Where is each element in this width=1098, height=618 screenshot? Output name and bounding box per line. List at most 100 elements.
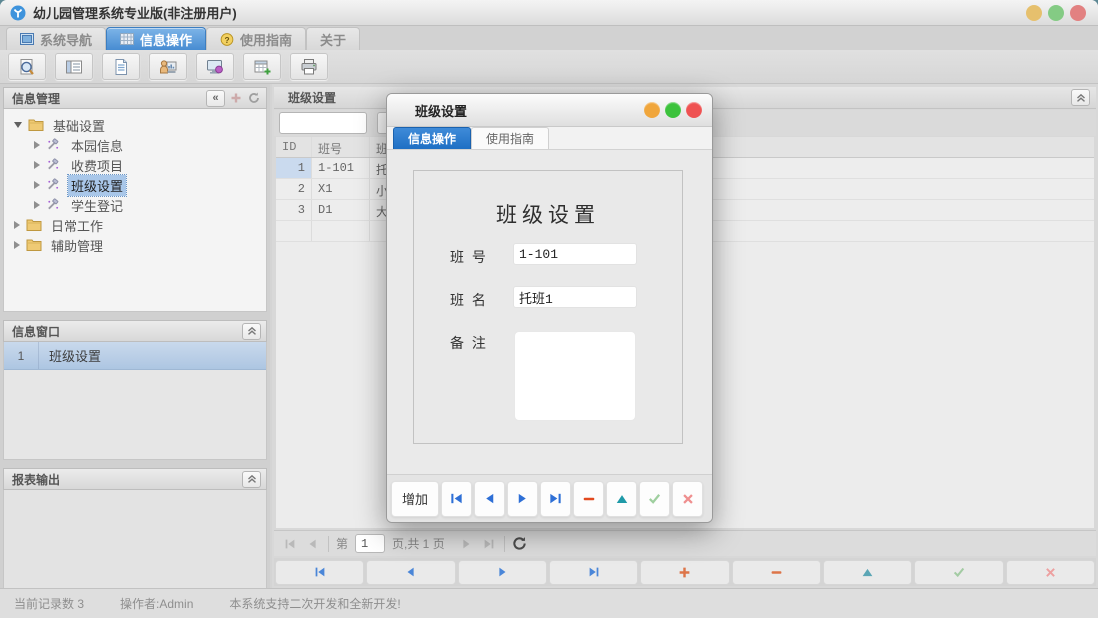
refresh-icon <box>247 91 261 105</box>
main-tab-bar: 系统导航 信息操作 ? 使用指南 关于 <box>0 26 1098 53</box>
remark-label: 备 注 <box>450 335 488 351</box>
collapse-up-button[interactable] <box>1071 89 1090 106</box>
dialog-confirm-button[interactable] <box>639 480 670 517</box>
sidebar-item-daily-work[interactable]: 日常工作 <box>4 215 266 235</box>
add-record-button[interactable] <box>640 559 730 585</box>
expand-arrow-icon[interactable] <box>34 181 40 189</box>
operator-text: 操作者:Admin <box>120 597 194 611</box>
pagination-bar: 第 页,共 1 页 <box>274 530 1096 556</box>
tab-system-navigation[interactable]: 系统导航 <box>6 27 107 50</box>
refresh-button[interactable] <box>512 536 528 552</box>
cell-class-code: X1 <box>312 179 370 199</box>
tab-label: 系统导航 <box>40 32 93 48</box>
tab-label: 使用指南 <box>240 32 293 48</box>
delete-record-button[interactable] <box>731 559 821 585</box>
sidebar-item-auxiliary-management[interactable]: 辅助管理 <box>4 235 266 255</box>
dialog-next-record-button[interactable] <box>507 480 538 517</box>
tab-info-operations[interactable]: 信息操作 <box>106 27 207 53</box>
last-page-icon[interactable] <box>481 536 497 552</box>
dialog-minimize-button[interactable] <box>644 102 660 118</box>
expand-arrow-icon[interactable] <box>34 141 40 149</box>
table-add-button[interactable] <box>243 53 281 80</box>
confirm-button[interactable] <box>914 559 1004 585</box>
sidebar-item-class-settings[interactable]: 班级设置 <box>4 173 266 197</box>
list-item-index: 1 <box>17 348 25 363</box>
cell-id: 3 <box>276 200 312 220</box>
dialog-tab-info-operations[interactable]: 信息操作 <box>393 127 472 149</box>
sidebar-item-basic-settings[interactable]: 基础设置 <box>4 115 266 135</box>
column-header-id[interactable]: ID <box>276 137 312 157</box>
tree-item-label: 学生登记 <box>71 198 124 214</box>
info-management-tree: 基础设置 本园信息 收费项目 班级设置 学生登记 日常工作 辅助管理 <box>3 109 267 312</box>
tab-user-guide[interactable]: ? 使用指南 <box>206 27 307 50</box>
prev-record-button[interactable] <box>366 559 456 585</box>
monitor-display-button[interactable] <box>196 53 234 80</box>
title-bar: 幼儿园管理系统专业版(非注册用户) <box>0 0 1098 26</box>
preview-search-button[interactable] <box>8 53 46 80</box>
tree-item-label: 辅助管理 <box>51 238 104 254</box>
dialog-tab-user-guide[interactable]: 使用指南 <box>471 127 550 149</box>
class-code-input[interactable] <box>513 243 637 265</box>
collapse-up-button[interactable] <box>242 470 261 488</box>
status-bar: 当前记录数 3 操作者:Admin 本系统支持二次开发和全新开发! <box>0 588 1098 618</box>
dialog-cancel-button[interactable] <box>672 480 703 517</box>
sidebar-item-student-register[interactable]: 学生登记 <box>4 195 266 215</box>
monitor-display-icon <box>206 58 224 76</box>
user-report-button[interactable] <box>149 53 187 80</box>
tab-about[interactable]: 关于 <box>306 27 361 50</box>
next-record-button[interactable] <box>457 559 547 585</box>
expand-arrow-icon[interactable] <box>14 241 20 249</box>
window-controls <box>1026 5 1086 21</box>
dialog-add-button[interactable]: 增加 <box>391 480 439 517</box>
sidebar-item-fee-items[interactable]: 收费项目 <box>4 155 266 175</box>
maximize-button[interactable] <box>1048 5 1064 21</box>
tab-label: 信息操作 <box>140 32 193 48</box>
dialog-edit-record-button[interactable] <box>606 480 637 517</box>
dialog-delete-record-button[interactable] <box>573 480 604 517</box>
first-page-icon[interactable] <box>282 536 298 552</box>
collapse-up-button[interactable] <box>242 322 261 340</box>
prev-page-icon[interactable] <box>305 536 321 552</box>
dialog-close-button[interactable] <box>686 102 702 118</box>
dialog-maximize-button[interactable] <box>665 102 681 118</box>
dialog-button-bar: 增加 <box>387 474 712 522</box>
dialog-last-record-button[interactable] <box>540 480 571 517</box>
last-record-button[interactable] <box>548 559 639 585</box>
tool-icon <box>46 198 62 212</box>
tool-icon <box>46 158 62 172</box>
minimize-button[interactable] <box>1026 5 1042 21</box>
expand-arrow-icon[interactable] <box>34 161 40 169</box>
document-button[interactable] <box>102 53 140 80</box>
page-label: 第 <box>336 537 349 551</box>
dialog-title-bar[interactable]: 班级设置 <box>387 94 712 127</box>
cell-class-code: D1 <box>312 200 370 220</box>
user-report-icon <box>159 58 177 76</box>
printer-button[interactable] <box>290 53 328 80</box>
dialog-first-record-button[interactable] <box>441 480 472 517</box>
expand-arrow-icon[interactable] <box>14 221 20 229</box>
filter-combobox[interactable] <box>279 112 453 134</box>
remark-textarea[interactable] <box>514 331 636 421</box>
class-name-input[interactable] <box>513 286 637 308</box>
dialog-prev-record-button[interactable] <box>474 480 505 517</box>
first-record-button[interactable] <box>275 559 365 585</box>
sidebar-item-school-info[interactable]: 本园信息 <box>4 135 266 155</box>
cancel-button[interactable] <box>1005 559 1095 585</box>
data-list-button[interactable] <box>55 53 93 80</box>
close-button[interactable] <box>1070 5 1086 21</box>
folder-icon <box>26 218 42 232</box>
folder-icon <box>28 118 44 132</box>
collapse-left-button[interactable]: « <box>206 89 225 107</box>
next-page-icon[interactable] <box>458 536 474 552</box>
app-window: 幼儿园管理系统专业版(非注册用户) 系统导航 信息操作 ? 使用指南 关于 信息… <box>0 0 1098 618</box>
preview-search-icon <box>18 58 36 76</box>
list-item[interactable]: 1 班级设置 <box>4 342 266 370</box>
column-header-class-code[interactable]: 班号 <box>312 137 370 157</box>
edit-record-button[interactable] <box>822 559 913 585</box>
main-panel-title: 班级设置 <box>288 91 337 105</box>
page-number-input[interactable] <box>355 534 386 553</box>
expand-arrow-icon[interactable] <box>34 201 40 209</box>
tool-icon <box>46 178 62 192</box>
expand-arrow-icon[interactable] <box>14 122 22 128</box>
class-form-panel: 班级设置 班 号 班 名 备 注 <box>413 170 683 444</box>
